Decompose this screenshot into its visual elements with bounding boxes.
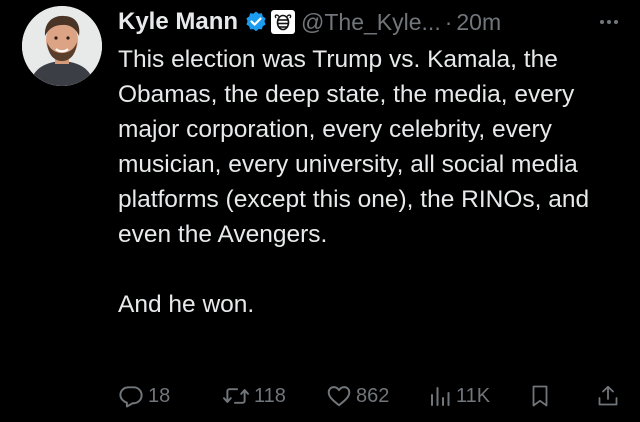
- views-button[interactable]: 11K: [428, 380, 490, 412]
- author-handle[interactable]: @The_Kyle...: [301, 9, 441, 36]
- author-name[interactable]: Kyle Mann: [118, 8, 238, 36]
- views-count: 11K: [456, 384, 491, 407]
- reply-button[interactable]: 18: [118, 380, 170, 412]
- tweet-paragraph: And he won.: [118, 291, 255, 318]
- bookmark-icon: [532, 385, 548, 407]
- avatar[interactable]: [22, 6, 102, 86]
- repost-button[interactable]: 118: [222, 380, 286, 412]
- tweet-header: Kyle Mann @The_Kyle... · 20m: [118, 4, 628, 40]
- more-options-icon[interactable]: [600, 20, 618, 24]
- like-count: 862: [356, 384, 390, 407]
- separator-dot: ·: [444, 8, 453, 35]
- heart-icon: [327, 386, 351, 407]
- tweet-card[interactable]: Kyle Mann @The_Kyle... · 20m This electi: [0, 0, 640, 422]
- analytics-icon: [431, 387, 450, 406]
- like-button[interactable]: 862: [326, 380, 389, 412]
- verified-badge-icon: [244, 10, 268, 34]
- babylon-bee-affiliate-icon[interactable]: [271, 10, 296, 34]
- share-icon: [598, 385, 618, 406]
- repost-count: 118: [254, 384, 286, 407]
- share-button[interactable]: [596, 380, 624, 412]
- timestamp[interactable]: 20m: [456, 9, 501, 36]
- repost-icon: [222, 388, 250, 404]
- tweet-body: This election was Trump vs. Kamala, the …: [118, 42, 633, 322]
- bookmark-button[interactable]: [528, 380, 556, 412]
- tweet-paragraph: This election was Trump vs. Kamala, the …: [118, 46, 590, 248]
- action-bar: 18 118 862 11K: [118, 380, 623, 412]
- reply-icon: [119, 386, 143, 408]
- reply-count: 18: [148, 384, 171, 407]
